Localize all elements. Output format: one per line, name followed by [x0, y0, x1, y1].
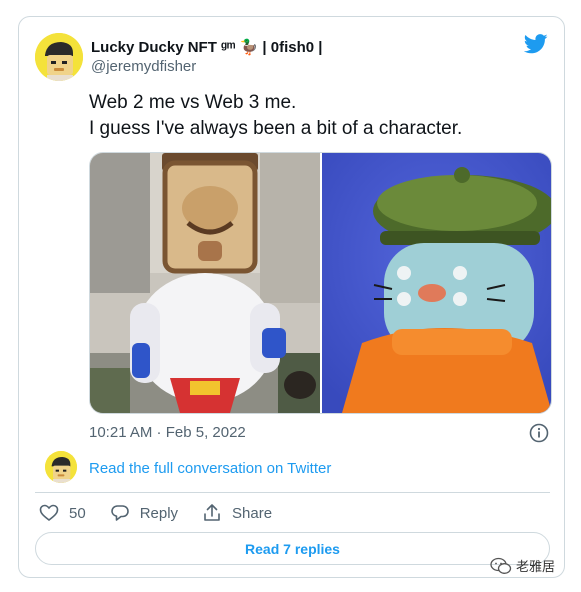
share-button[interactable]: Share [202, 503, 272, 523]
tweet-text: Web 2 me vs Web 3 me. I guess I've alway… [89, 90, 462, 142]
watermark: 老雅居 [490, 556, 555, 575]
tweet-text-line: I guess I've always been a bit of a char… [89, 118, 463, 139]
author-name-row[interactable]: Lucky Ducky NFT ᵍᵐ 🦆 | 0fish0 | [91, 38, 322, 56]
media-grid[interactable] [89, 152, 552, 414]
tweet-text-line: Web 2 me vs Web 3 me. [89, 92, 297, 113]
reply-label: Reply [139, 504, 179, 522]
share-label: Share [232, 504, 273, 522]
like-button[interactable]: 50 [39, 503, 86, 523]
read-replies-button[interactable]: Read 7 replies [35, 532, 550, 565]
twitter-bird-icon[interactable] [524, 34, 548, 54]
user-handle[interactable]: @jeremydfisher [91, 58, 196, 75]
action-bar: 50 Reply Share [39, 503, 296, 523]
photo-toast-costume[interactable] [90, 153, 320, 413]
divider [35, 492, 550, 493]
full-conversation-link[interactable]: Read the full conversation on Twitter [89, 460, 331, 477]
avatar[interactable] [35, 33, 83, 81]
photo-clay-character[interactable] [321, 153, 551, 413]
share-icon [204, 504, 220, 521]
embedded-tweet-card: Lucky Ducky NFT ᵍᵐ 🦆 | 0fish0 | @jeremyd… [18, 16, 565, 578]
reply-button[interactable]: Reply [110, 503, 178, 523]
reply-icon [110, 505, 129, 521]
watermark-text: 老雅居 [516, 559, 556, 574]
heart-icon [39, 504, 59, 522]
like-count: 50 [69, 504, 86, 522]
info-icon[interactable] [529, 423, 549, 443]
display-name[interactable]: Lucky Ducky NFT ᵍᵐ 🦆 | 0fish0 | [91, 38, 322, 56]
avatar-small[interactable] [45, 451, 77, 483]
timestamp-link[interactable]: 10:21 AM · Feb 5, 2022 [89, 424, 246, 441]
wechat-icon [490, 557, 512, 574]
